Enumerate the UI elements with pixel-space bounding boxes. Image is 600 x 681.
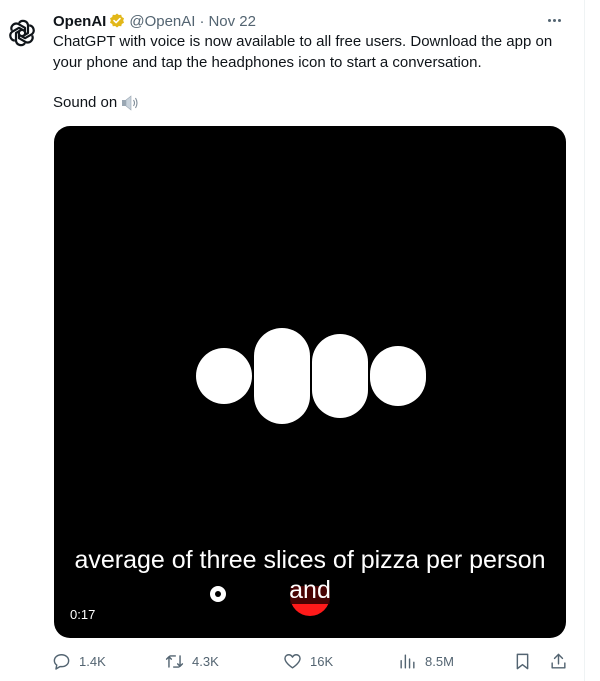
tweet-actions: 1.4K 4.3K 16K 8.5M xyxy=(50,650,570,672)
retweet-count: 4.3K xyxy=(192,653,219,669)
reply-icon xyxy=(53,653,70,670)
verified-badge-icon xyxy=(110,13,125,28)
tweet-header: OpenAI @OpenAI · Nov 22 xyxy=(53,11,256,31)
retweet-icon xyxy=(165,654,184,668)
views-icon xyxy=(400,653,415,669)
openai-logo-avatar[interactable] xyxy=(6,17,38,49)
bookmark-icon xyxy=(516,653,529,669)
waveform-blob xyxy=(196,348,252,404)
tweet-text-line: your phone and tap the headphones icon t… xyxy=(53,54,482,71)
more-horizontal-icon-dot xyxy=(558,18,561,22)
tweet-text-line: ChatGPT with voice is now available to a… xyxy=(53,33,553,50)
video-player[interactable]: average of three slices of pizza per per… xyxy=(54,126,566,638)
header-separator: · xyxy=(199,12,205,30)
more-horizontal-icon-dot xyxy=(553,18,556,22)
waveform-blob xyxy=(254,328,310,424)
bookmark-button[interactable] xyxy=(513,650,532,672)
waveform-blob xyxy=(370,346,426,406)
more-horizontal-icon-dot xyxy=(548,18,551,22)
like-count: 16K xyxy=(310,653,334,669)
sound-on-label: Sound on xyxy=(53,94,118,111)
waveform-blob xyxy=(312,334,368,418)
author-name[interactable]: OpenAI xyxy=(53,13,106,30)
share-button[interactable] xyxy=(549,650,568,672)
playback-scrubber-handle[interactable] xyxy=(210,586,226,602)
video-timestamp: 0:17 xyxy=(70,607,96,622)
tweet-text: ChatGPT with voice is now available to a… xyxy=(53,31,578,73)
heart-icon xyxy=(284,653,301,669)
reply-count: 1.4K xyxy=(79,653,106,669)
views-button[interactable]: 8.5M xyxy=(398,650,454,672)
tweet-date[interactable]: Nov 22 xyxy=(208,13,256,30)
sound-on-line: Sound on xyxy=(53,92,141,113)
like-button[interactable]: 16K xyxy=(283,650,333,672)
author-handle[interactable]: @OpenAI xyxy=(129,13,195,30)
caption-line-2: and xyxy=(54,575,566,605)
caption-word: and xyxy=(289,576,331,604)
timeline-border xyxy=(584,0,585,681)
caption-line: average of three slices of pizza per per… xyxy=(74,546,546,574)
more-options-button[interactable] xyxy=(548,12,561,28)
reply-button[interactable]: 1.4K xyxy=(52,650,106,672)
share-icon xyxy=(551,653,566,669)
retweet-button[interactable]: 4.3K xyxy=(165,650,219,672)
views-count: 8.5M xyxy=(425,653,454,669)
speaker-icon xyxy=(122,94,138,111)
